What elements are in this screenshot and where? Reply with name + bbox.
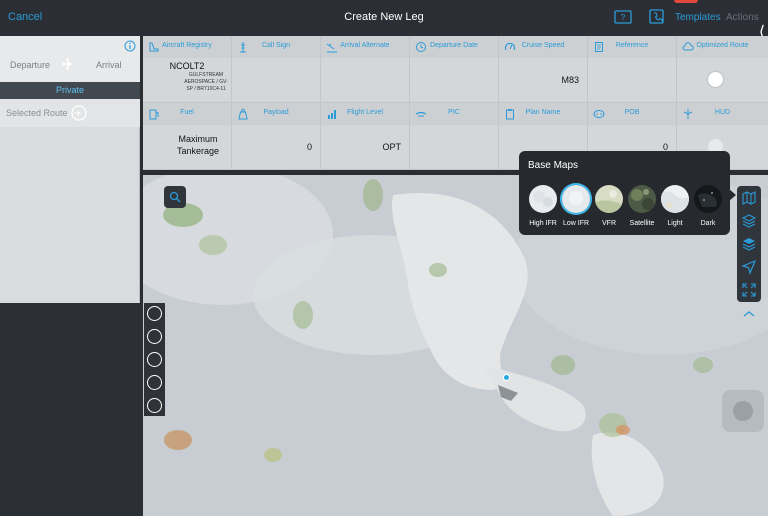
status-indicator <box>674 0 698 3</box>
call-sign-field[interactable]: Call Sign <box>232 36 321 103</box>
basemap-thumbnail <box>595 185 623 213</box>
aircraft-registry-label: Aircraft Registry <box>162 42 212 49</box>
arrival-alternate-label: Arrival Alternate <box>340 42 390 49</box>
private-tab[interactable]: Private <box>0 82 140 99</box>
aircraft-type-value: GULFSTREAM AEROSPACE / GV-SP / BR710C4-1… <box>184 72 228 92</box>
cruise-speed-field[interactable]: Cruise Speed M83 <box>499 36 588 103</box>
fuel-label: Fuel <box>180 109 194 116</box>
reference-label: Reference <box>615 42 649 49</box>
route-points-strip <box>144 303 165 416</box>
arrival-field[interactable]: Arrival <box>96 60 122 70</box>
aircraft-registry-value: NCOLT2 <box>169 61 205 71</box>
departure-date-label: Departure Date <box>430 42 478 49</box>
map-action-icon <box>733 401 753 421</box>
payload-field[interactable]: Payload 0 <box>232 103 321 170</box>
flight-level-value: OPT <box>382 142 401 152</box>
payload-label: Payload <box>263 109 289 116</box>
fuel-field[interactable]: Fuel Maximum Tankerage <box>143 103 232 170</box>
route-header: Departure Arrival <box>0 36 140 82</box>
expand-icon[interactable] <box>741 282 757 298</box>
map-controls-toolbar <box>737 186 761 302</box>
optimized-route-field[interactable]: Optimized Route <box>677 36 768 103</box>
pic-label: PIC <box>448 109 460 116</box>
pic-field[interactable]: PIC <box>410 103 499 170</box>
selected-route-label: Selected Route <box>6 108 68 118</box>
actions-button[interactable]: Actions <box>726 12 759 23</box>
airplane-icon <box>62 58 75 70</box>
optimized-route-label: Optimized Route <box>696 42 749 49</box>
plan-name-label: Plan Name <box>525 109 561 116</box>
add-route-icon[interactable] <box>71 105 87 121</box>
flight-fields-grid: Aircraft Registry NCOLT2 GULFSTREAM AERO… <box>143 36 768 170</box>
departure-date-field[interactable]: Departure Date <box>410 36 499 103</box>
layers-icon[interactable] <box>741 213 757 229</box>
weather-layers-icon[interactable] <box>741 236 757 252</box>
flight-level-label: Flight Level <box>347 109 383 116</box>
current-location-marker <box>503 374 510 381</box>
pob-label: POB <box>624 109 640 116</box>
popover-arrow <box>729 189 736 201</box>
map-search-button[interactable] <box>164 186 186 208</box>
basemap-thumbnail <box>628 185 656 213</box>
payload-value: 0 <box>306 142 312 152</box>
basemap-dark[interactable]: Dark <box>693 185 723 227</box>
leg-route-panel: Departure Arrival Private Selected Route <box>0 36 140 303</box>
basemap-thumbnail <box>529 185 557 213</box>
aircraft-registry-field[interactable]: Aircraft Registry NCOLT2 GULFSTREAM AERO… <box>143 36 232 103</box>
base-maps-title: Base Maps <box>528 160 579 171</box>
map-action-button[interactable] <box>722 390 764 432</box>
cruise-speed-value: M83 <box>561 75 579 85</box>
map-icon[interactable] <box>741 190 757 206</box>
basemap-thumbnail <box>694 185 722 213</box>
arrival-alternate-field[interactable]: Arrival Alternate <box>321 36 410 103</box>
svg-text:?: ? <box>621 13 626 22</box>
basemap-thumbnail <box>562 185 590 213</box>
base-maps-popover: Base Maps High IFR Low IFR VFR Satellite… <box>519 151 736 235</box>
search-icon <box>169 191 181 203</box>
left-panel-background <box>0 303 143 516</box>
route-point-button[interactable] <box>147 352 162 367</box>
chevron-up-icon[interactable] <box>740 309 758 319</box>
top-navigation-bar: Cancel Create New Leg ? Templates Action… <box>0 0 768 36</box>
route-point-button[interactable] <box>147 329 162 344</box>
cruise-speed-label: Cruise Speed <box>521 42 565 49</box>
route-point-button[interactable] <box>147 306 162 321</box>
navigate-icon[interactable] <box>741 259 757 275</box>
departure-field[interactable]: Departure <box>10 60 50 70</box>
templates-button[interactable]: Templates <box>675 12 721 23</box>
reference-field[interactable]: Reference <box>588 36 677 103</box>
basemap-thumbnail <box>661 185 689 213</box>
selected-route-row[interactable]: Selected Route <box>0 99 140 127</box>
call-sign-label: Call Sign <box>261 42 290 49</box>
flight-level-field[interactable]: Flight Level OPT <box>321 103 410 170</box>
fuel-value: Maximum Tankerage <box>176 134 220 156</box>
question-icon[interactable]: ? <box>614 9 632 25</box>
phone-icon[interactable] <box>648 9 666 25</box>
route-point-button[interactable] <box>147 375 162 390</box>
info-icon[interactable] <box>124 40 136 52</box>
basemap-label: Dark <box>700 220 716 227</box>
route-point-button[interactable] <box>147 398 162 413</box>
optimized-route-toggle[interactable] <box>708 72 723 87</box>
hud-label: HUD <box>714 109 731 116</box>
